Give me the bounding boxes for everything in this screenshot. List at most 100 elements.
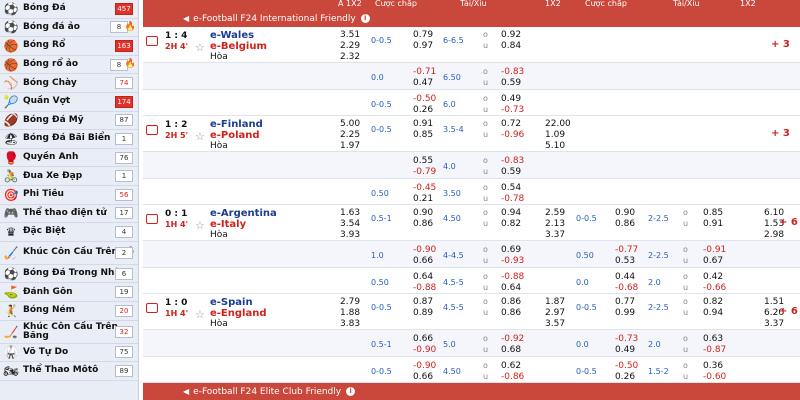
odds-1x2-h1[interactable]: 22.00 [545,119,571,129]
sidebar-item[interactable]: 🏀 Bóng Rổ 163 [0,37,138,56]
live-stream-icon[interactable] [146,125,158,135]
handicap-home-odds[interactable]: 0.55 [413,156,433,166]
under-odds[interactable]: 0.84 [501,41,521,51]
handicap-away-odds-h1[interactable]: 0.99 [615,308,635,318]
odds-1x2[interactable]: 2.29 [340,41,360,51]
over-odds[interactable]: -0.83 [501,156,524,166]
over-odds[interactable]: 0.62 [501,361,521,371]
over-odds-h1[interactable]: 0.63 [703,334,723,344]
home-team[interactable]: e-Argentina [210,208,277,219]
odds-1x2-h1[interactable]: 3.37 [545,230,565,240]
info-icon[interactable]: i [346,387,356,396]
handicap-home-odds[interactable]: 0.79 [413,30,433,40]
over-odds[interactable]: -0.88 [501,272,524,282]
over-odds[interactable]: 0.49 [501,94,521,104]
collapse-arrow-icon[interactable]: ◀ [183,387,189,396]
odds-1x2[interactable]: 1.88 [340,308,360,318]
odds-1x2-h1[interactable]: 1.09 [545,130,565,140]
league-header[interactable]: ◀ e-Football F24 Elite Club Friendly i [143,383,800,400]
handicap-home-odds[interactable]: -0.71 [413,67,436,77]
handicap-home-odds-h1[interactable]: -0.73 [615,334,638,344]
sidebar-item[interactable]: 🥋 Võ Tự Do 75 [0,344,138,363]
odds-1x2[interactable]: 3.51 [340,30,360,40]
odds-1x2-h1[interactable]: 2.59 [545,208,565,218]
odds-1x2-h1[interactable]: 3.57 [545,319,565,329]
home-team[interactable]: e-Spain [210,297,253,308]
under-odds-h1[interactable]: 0.94 [703,308,723,318]
sidebar-item[interactable]: ⚽ Bóng Đá 457 [0,0,138,19]
odds-1x2[interactable]: 2.79 [340,297,360,307]
collapse-arrow-icon[interactable]: ◀ [183,14,189,23]
over-odds-h1[interactable]: 0.82 [703,297,723,307]
sidebar-item[interactable]: 🏀 Bóng rổ ảo 8 🔥 [0,56,138,75]
over-odds-h1[interactable]: 0.42 [703,272,723,282]
more-markets-link[interactable]: + 3 [771,39,790,50]
sidebar-item[interactable]: ⛳ Đánh Gôn 19 [0,283,138,302]
sidebar-item[interactable]: 🤾 Bóng Ném 20 [0,302,138,321]
under-odds-h1[interactable]: 0.67 [703,256,723,266]
handicap-away-odds[interactable]: 0.97 [413,41,433,51]
under-odds[interactable]: 0.59 [501,167,521,177]
handicap-home-odds-h1[interactable]: 0.77 [615,297,635,307]
odds-1x2-h1[interactable]: 1.87 [545,297,565,307]
handicap-away-odds[interactable]: 0.26 [413,105,433,115]
over-odds[interactable]: -0.92 [501,334,524,344]
live-stream-icon[interactable] [146,303,158,313]
odds-1x2-h1[interactable]: 5.10 [545,141,565,151]
handicap-home-odds[interactable]: 0.87 [413,297,433,307]
odds-1x2[interactable]: 3.83 [340,319,360,329]
handicap-away-odds[interactable]: 0.21 [413,194,433,204]
handicap-away-odds[interactable]: -0.88 [413,283,436,293]
handicap-home-odds-h1[interactable]: -0.50 [615,361,638,371]
sidebar-item[interactable]: 🏒 Khúc Côn Cầu Trên Băng 32 [0,321,138,344]
under-odds[interactable]: 0.59 [501,78,521,88]
away-team[interactable]: e-Italy [210,219,246,230]
favorite-star-icon[interactable]: ☆ [195,308,205,321]
handicap-home-odds[interactable]: -0.45 [413,183,436,193]
over-odds-h1[interactable]: -0.91 [703,245,726,255]
favorite-star-icon[interactable]: ☆ [195,41,205,54]
more-markets-link[interactable]: + 6 [779,217,798,228]
more-markets-link[interactable]: + 6 [779,306,798,317]
sidebar-item[interactable]: 🥊 Quyền Anh 76 [0,149,138,168]
handicap-home-odds[interactable]: 0.66 [413,334,433,344]
sidebar-item[interactable]: 🚴 Đua Xe Đạp 1 [0,167,138,186]
more-markets-link[interactable]: + 3 [771,128,790,139]
sidebar-item[interactable]: 🏈 Bóng Đá Mỹ 87 [0,112,138,131]
under-odds-h1[interactable]: -0.66 [703,283,726,293]
under-odds[interactable]: -0.78 [501,194,524,204]
handicap-home-odds-h1[interactable]: -0.77 [615,245,638,255]
odds-1x2-h1b[interactable]: 3.37 [764,319,784,329]
over-odds[interactable]: 0.69 [501,245,521,255]
handicap-home-odds[interactable]: -0.90 [413,361,436,371]
handicap-away-odds[interactable]: 0.89 [413,308,433,318]
favorite-star-icon[interactable]: ☆ [195,219,205,232]
under-odds[interactable]: -0.93 [501,256,524,266]
over-odds[interactable]: 0.86 [501,297,521,307]
sidebar-item[interactable]: 🏖 Bóng Đá Bãi Biển 1 [0,130,138,149]
sidebar-item[interactable]: 🎯 Phi Tiêu 56 [0,186,138,205]
odds-1x2[interactable]: 2.32 [340,52,360,62]
sidebar-item[interactable]: 🎾 Quần Vợt 174 [0,93,138,112]
handicap-away-odds[interactable]: 0.86 [413,219,433,229]
handicap-home-odds-h1[interactable]: 0.90 [615,208,635,218]
odds-1x2[interactable]: 1.97 [340,141,360,151]
handicap-home-odds[interactable]: -0.90 [413,245,436,255]
under-odds-h1[interactable]: -0.60 [703,372,726,382]
away-team[interactable]: e-England [210,308,267,319]
under-odds[interactable]: 0.68 [501,345,521,355]
handicap-home-odds[interactable]: -0.50 [413,94,436,104]
over-odds[interactable]: 0.92 [501,30,521,40]
handicap-away-odds[interactable]: 0.47 [413,78,433,88]
info-icon[interactable]: i [360,14,370,23]
under-odds[interactable]: -0.86 [501,372,524,382]
handicap-away-odds-h1[interactable]: 0.86 [615,219,635,229]
handicap-away-odds[interactable]: 0.66 [413,372,433,382]
handicap-away-odds[interactable]: 0.66 [413,256,433,266]
sidebar-item[interactable]: ⚽ Bóng Đá Trong Nhà 6 [0,265,138,284]
handicap-away-odds-h1[interactable]: 0.49 [615,345,635,355]
under-odds-h1[interactable]: 0.91 [703,219,723,229]
odds-1x2-h1[interactable]: 2.13 [545,219,565,229]
handicap-home-odds[interactable]: 0.90 [413,208,433,218]
odds-1x2-h1[interactable]: 2.97 [545,308,565,318]
